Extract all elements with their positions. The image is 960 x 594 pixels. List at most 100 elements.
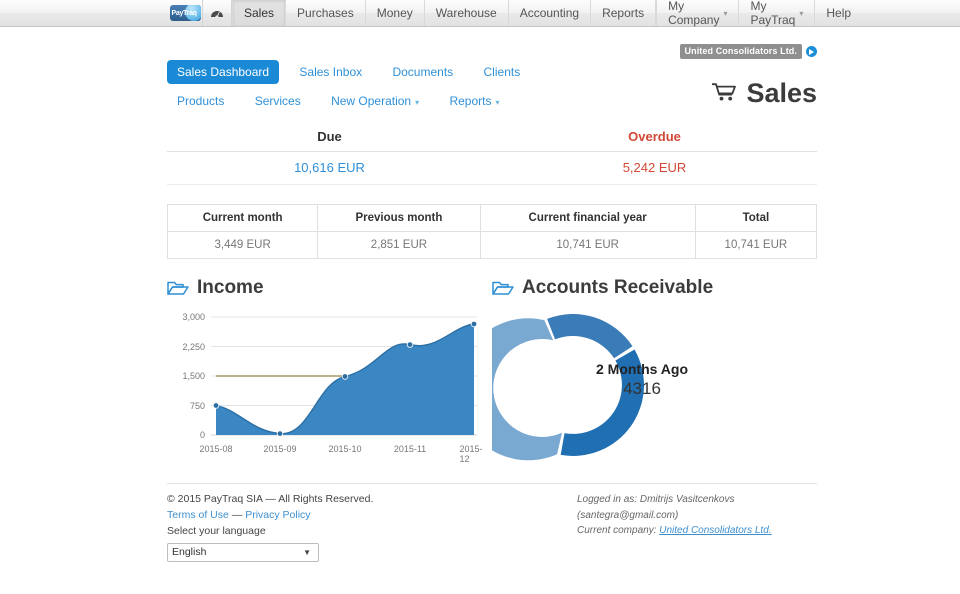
footer-left: © 2015 PayTraq SIA — All Rights Reserved… bbox=[167, 492, 567, 563]
company-badge-label: United Consolidators Ltd. bbox=[679, 44, 802, 59]
income-chart-block: Income 3,000 2,250 1,500 750 0 2015-08 2… bbox=[167, 277, 492, 465]
copyright-text: © 2015 PayTraq SIA — All Rights Reserved… bbox=[167, 493, 374, 505]
table-header-row: Current month Previous month Current fin… bbox=[166, 204, 818, 232]
overdue-header-label: Overdue bbox=[628, 129, 681, 144]
due-overdue-headers: Due Overdue bbox=[167, 129, 817, 152]
chevron-down-icon: ▼ bbox=[303, 547, 311, 557]
x-tick-2015-10: 2015-10 bbox=[328, 444, 362, 454]
cell-previous-month: 2,851 EUR bbox=[317, 231, 481, 259]
page-title: Sales bbox=[712, 78, 817, 109]
cell-total: 10,741 EUR bbox=[694, 231, 818, 259]
top-nav-right-group: My Company ▾ My PayTraq ▾ Help bbox=[656, 0, 862, 27]
language-label: Select your language bbox=[167, 524, 266, 537]
footer-right: Logged in as: Dmitrijs Vasitcenkovs (san… bbox=[567, 492, 817, 562]
secondary-navigation: Sales Dashboard Sales Inbox Documents Cl… bbox=[167, 27, 587, 118]
cell-current-month: 3,449 EUR bbox=[166, 231, 319, 259]
due-header-label: Due bbox=[317, 129, 342, 144]
accounts-receivable-block: Accounts Receivable 2 Months Ago 4316 bbox=[457, 277, 817, 465]
data-point-2015-12 bbox=[470, 320, 478, 328]
footer-link-separator: — bbox=[231, 508, 243, 521]
due-amount[interactable]: 10,616 EUR bbox=[167, 160, 492, 175]
top-nav-item-help[interactable]: Help bbox=[814, 0, 862, 26]
chevron-down-icon: ▾ bbox=[723, 8, 728, 18]
subnav-item-clients[interactable]: Clients bbox=[474, 60, 531, 84]
language-select[interactable]: English ▼ bbox=[167, 543, 319, 563]
folder-icon bbox=[167, 280, 189, 296]
donut-segment-current bbox=[547, 314, 633, 359]
cell-current-financial-year: 10,741 EUR bbox=[479, 231, 696, 259]
speedometer-icon bbox=[211, 10, 223, 19]
due-header-cell: Due bbox=[167, 129, 492, 151]
language-select-value: English bbox=[172, 545, 207, 558]
shopping-cart-icon bbox=[712, 82, 738, 106]
data-point-2015-09 bbox=[276, 430, 284, 437]
accounts-receivable-section-title: Accounts Receivable bbox=[492, 277, 817, 299]
top-nav-item-sales[interactable]: Sales bbox=[232, 0, 287, 26]
paytraq-logo-text: PayTraq bbox=[171, 9, 197, 17]
company-badge[interactable]: United Consolidators Ltd. bbox=[679, 44, 817, 59]
column-header-current-financial-year: Current financial year bbox=[479, 204, 696, 232]
data-point-2015-10 bbox=[341, 373, 349, 380]
x-tick-2015-08: 2015-08 bbox=[199, 444, 233, 454]
data-point-2015-08 bbox=[212, 402, 220, 409]
shopping-cart-glyph bbox=[712, 82, 737, 100]
y-tick-1500: 1,500 bbox=[182, 371, 205, 381]
due-overdue-values: 10,616 EUR 5,242 EUR bbox=[167, 152, 817, 185]
top-nav-item-my-company[interactable]: My Company ▾ bbox=[656, 0, 738, 27]
current-company-row: Current company: United Consolidators Lt… bbox=[577, 523, 817, 539]
privacy-policy-link[interactable]: Privacy Policy bbox=[245, 509, 310, 521]
subnav-item-sales-inbox[interactable]: Sales Inbox bbox=[289, 60, 372, 84]
column-header-current-month: Current month bbox=[166, 204, 319, 232]
top-nav-item-money[interactable]: Money bbox=[366, 0, 425, 26]
paytraq-logo[interactable]: PayTraq bbox=[168, 0, 202, 26]
subnav-item-documents[interactable]: Documents bbox=[382, 60, 463, 84]
logged-in-prefix: Logged in as: bbox=[577, 494, 638, 505]
overdue-header-cell: Overdue bbox=[492, 129, 817, 151]
summary-table: Current month Previous month Current fin… bbox=[166, 204, 818, 259]
dashboard-home-icon[interactable] bbox=[202, 0, 232, 26]
y-tick-750: 750 bbox=[189, 400, 205, 411]
subnav-item-sales-dashboard[interactable]: Sales Dashboard bbox=[167, 60, 280, 84]
folder-open-glyph bbox=[492, 281, 514, 295]
top-nav-item-reports[interactable]: Reports bbox=[591, 0, 657, 26]
chevron-down-icon: ▾ bbox=[415, 98, 420, 107]
top-nav-item-purchases[interactable]: Purchases bbox=[286, 0, 366, 26]
top-nav-item-warehouse[interactable]: Warehouse bbox=[425, 0, 509, 26]
y-tick-2250: 2,250 bbox=[182, 341, 205, 352]
chevron-down-icon: ▾ bbox=[799, 8, 804, 18]
income-title-text: Income bbox=[197, 277, 264, 298]
column-header-total: Total bbox=[694, 204, 818, 232]
top-nav-item-accounting[interactable]: Accounting bbox=[509, 0, 592, 26]
subnav-item-reports[interactable]: Reports ▾ bbox=[439, 89, 509, 113]
main-content: United Consolidators Ltd. Sales Sales Da… bbox=[166, 27, 818, 465]
chevron-down-icon: ▾ bbox=[495, 98, 500, 107]
page-wrapper: United Consolidators Ltd. Sales Sales Da… bbox=[0, 27, 960, 563]
accounts-receivable-title-text: Accounts Receivable bbox=[522, 277, 714, 298]
income-section-title: Income bbox=[167, 277, 492, 299]
y-tick-3000: 3,000 bbox=[182, 312, 205, 322]
logged-in-row: Logged in as: Dmitrijs Vasitcenkovs (san… bbox=[577, 492, 817, 523]
top-nav-left-group: PayTraq Sales Purchases Money Warehouse … bbox=[168, 0, 657, 26]
subnav-item-new-operation[interactable]: New Operation ▾ bbox=[321, 89, 429, 113]
charts-row: Income 3,000 2,250 1,500 750 0 2015-08 2… bbox=[167, 277, 817, 465]
donut-segment-2-months-ago bbox=[457, 318, 562, 461]
subnav-item-products[interactable]: Products bbox=[167, 89, 234, 113]
current-company-link[interactable]: United Consolidators Ltd. bbox=[659, 525, 771, 536]
overdue-amount[interactable]: 5,242 EUR bbox=[492, 160, 817, 175]
folder-open-glyph bbox=[167, 281, 189, 295]
accounts-receivable-donut-chart: 2 Months Ago 4316 bbox=[457, 305, 792, 465]
terms-of-use-link[interactable]: Terms of Use bbox=[167, 509, 229, 521]
column-header-previous-month: Previous month bbox=[317, 204, 481, 232]
current-company-prefix: Current company: bbox=[577, 525, 657, 536]
page-title-text: Sales bbox=[746, 78, 817, 108]
donut-segment-1-month-ago bbox=[560, 349, 644, 456]
income-area-chart: 3,000 2,250 1,500 750 0 2015-08 2015-09 … bbox=[167, 307, 485, 464]
table-row: 3,449 EUR 2,851 EUR 10,741 EUR 10,741 EU… bbox=[166, 231, 818, 259]
income-chart-svg bbox=[211, 316, 478, 437]
top-navigation-bar: PayTraq Sales Purchases Money Warehouse … bbox=[0, 0, 960, 27]
donut-chart-svg bbox=[457, 314, 644, 461]
subnav-item-services[interactable]: Services bbox=[245, 89, 311, 113]
top-nav-item-my-paytraq[interactable]: My PayTraq ▾ bbox=[738, 0, 814, 27]
switch-company-icon[interactable] bbox=[806, 46, 817, 57]
x-tick-2015-12: 2015-12 bbox=[459, 444, 483, 464]
